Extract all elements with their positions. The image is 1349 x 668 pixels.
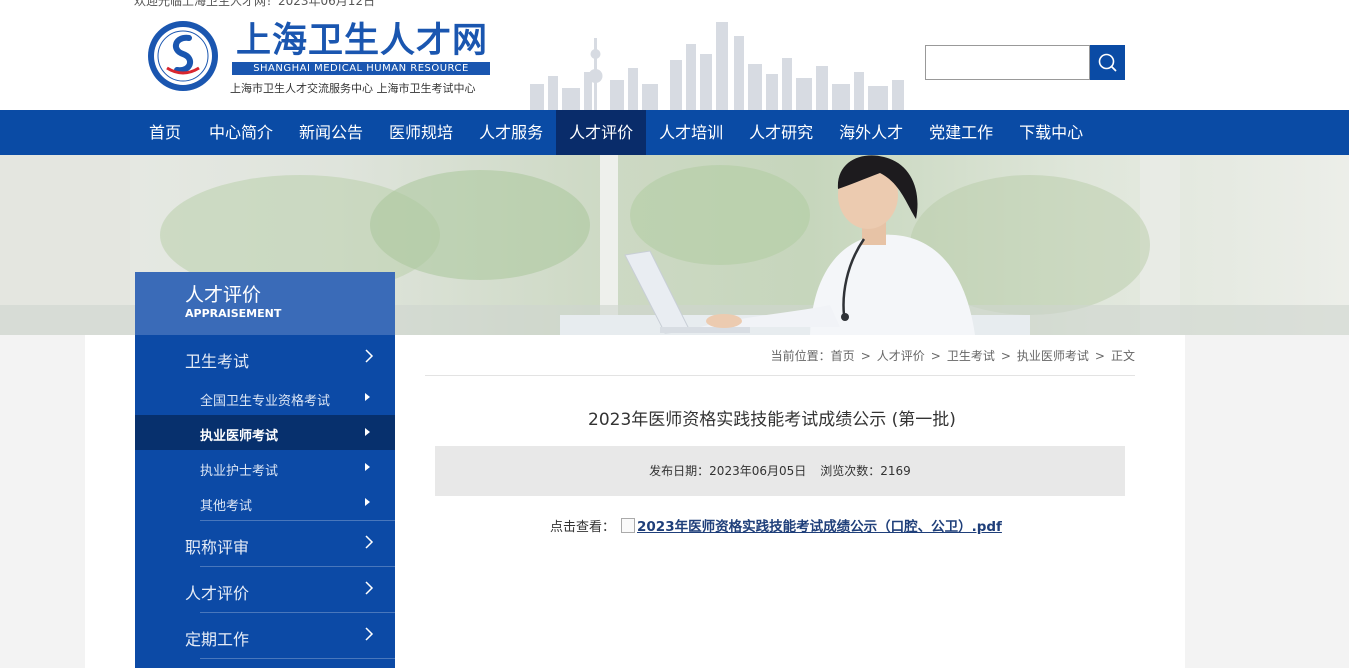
breadcrumb-prefix: 当前位置：: [770, 349, 831, 363]
sidebar-subitem-label: 全国卫生专业资格考试: [200, 394, 331, 409]
sidebar-item-periodic-work[interactable]: 定期工作: [135, 613, 395, 659]
breadcrumb-separator: >: [1000, 349, 1011, 363]
publish-date-label: 发布日期：: [649, 464, 710, 478]
sidebar-item-title-review[interactable]: 职称评审: [135, 521, 395, 567]
sidebar-title-en: APPRAISEMENT: [185, 307, 282, 320]
attachment-label: 点击查看：: [550, 520, 616, 535]
breadcrumb-separator: >: [1094, 349, 1105, 363]
article-meta: 发布日期：2023年06月05日 浏览次数：2169: [435, 446, 1125, 496]
breadcrumb-divider: [425, 375, 1135, 376]
nav-item-party[interactable]: 党建工作: [916, 110, 1006, 155]
sidebar-item-label: 人才评价: [185, 584, 250, 603]
nav-item-news[interactable]: 新闻公告: [286, 110, 376, 155]
broken-image-icon: [621, 518, 636, 533]
search-input[interactable]: [925, 45, 1090, 80]
nav-item-training[interactable]: 人才培训: [646, 110, 736, 155]
sidebar: 人才评价 APPRAISEMENT 卫生考试 全国卫生专业资格考试 执业医师考试…: [135, 272, 395, 668]
city-skyline-illustration: [530, 22, 904, 110]
logo-emblem-icon: [148, 21, 218, 91]
sidebar-item-talent-evaluation[interactable]: 人才评价: [135, 567, 395, 613]
logo-subtitle-en: SHANGHAI MEDICAL HUMAN RESOURCE: [232, 62, 490, 75]
breadcrumb-current: 正文: [1110, 349, 1135, 363]
site-header: 欢迎光临上海卫生人才网！2023年06月12日 上海卫生人才网 SHANGHAI…: [0, 0, 1349, 110]
publish-date: 2023年06月05日: [709, 464, 807, 478]
sidebar-subitem-other-exam[interactable]: 其他考试: [135, 485, 395, 520]
breadcrumb: 当前位置：首页 > 人才评价 > 卫生考试 > 执业医师考试 > 正文: [600, 347, 1135, 364]
breadcrumb-link-talent-evaluation[interactable]: 人才评价: [877, 349, 925, 363]
breadcrumb-link-physician-exam[interactable]: 执业医师考试: [1017, 349, 1089, 363]
breadcrumb-separator: >: [860, 349, 871, 363]
chevron-right-icon: [365, 581, 374, 595]
nav-item-residency[interactable]: 医师规培: [376, 110, 466, 155]
sidebar-item-label: 职称评审: [185, 538, 250, 557]
attachment-pdf-link[interactable]: 2023年医师资格实践技能考试成绩公示（口腔、公卫）.pdf: [637, 519, 1002, 535]
nav-item-overseas[interactable]: 海外人才: [826, 110, 916, 155]
nav-item-talent-service[interactable]: 人才服务: [466, 110, 556, 155]
sidebar-subitem-label: 其他考试: [200, 499, 253, 514]
nav-item-about[interactable]: 中心简介: [196, 110, 286, 155]
nav-item-talent-evaluation[interactable]: 人才评价: [556, 110, 647, 155]
sidebar-subitem-nurse-exam[interactable]: 执业护士考试: [135, 450, 395, 485]
attachment-row: 点击查看： 2023年医师资格实践技能考试成绩公示（口腔、公卫）.pdf: [550, 515, 1002, 535]
sidebar-subitem-label: 执业医师考试: [200, 429, 279, 444]
breadcrumb-link-health-exam[interactable]: 卫生考试: [947, 349, 995, 363]
search-button[interactable]: [1090, 45, 1125, 80]
sidebar-subitem-physician-exam[interactable]: 执业医师考试: [135, 415, 395, 450]
welcome-text: 欢迎光临上海卫生人才网！2023年06月12日: [134, 0, 376, 8]
breadcrumb-link-home[interactable]: 首页: [831, 349, 855, 363]
nav-item-downloads[interactable]: 下载中心: [1006, 110, 1096, 155]
view-count: 2169: [880, 464, 911, 478]
triangle-right-icon: [365, 393, 370, 401]
chevron-right-icon: [365, 535, 374, 549]
sidebar-item-health-exam[interactable]: 卫生考试: [135, 335, 395, 381]
logo-title: 上海卫生人才网: [236, 21, 489, 61]
main-nav: 首页 中心简介 新闻公告 医师规培 人才服务 人才评价 人才培训 人才研究 海外…: [0, 110, 1349, 155]
chevron-right-icon: [365, 349, 374, 363]
nav-item-research[interactable]: 人才研究: [736, 110, 826, 155]
triangle-right-icon: [365, 428, 370, 436]
sidebar-subitem-national-qualification[interactable]: 全国卫生专业资格考试: [135, 380, 395, 415]
triangle-right-icon: [365, 498, 370, 506]
view-count-label: 浏览次数：: [820, 464, 881, 478]
chevron-right-icon: [365, 627, 374, 641]
sidebar-title: 人才评价: [185, 284, 262, 306]
breadcrumb-separator: >: [930, 349, 941, 363]
sidebar-item-label: 定期工作: [185, 630, 250, 649]
logo-org-names: 上海市卫生人才交流服务中心 上海市卫生考试中心: [230, 82, 476, 95]
sidebar-subitem-label: 执业护士考试: [200, 464, 279, 479]
sidebar-item-label: 卫生考试: [185, 352, 250, 371]
nav-item-home[interactable]: 首页: [135, 110, 196, 155]
sidebar-header: 人才评价 APPRAISEMENT: [135, 272, 395, 335]
sidebar-divider: [200, 658, 395, 659]
triangle-right-icon: [365, 463, 370, 471]
article-title: 2023年医师资格实践技能考试成绩公示 (第一批): [588, 410, 956, 430]
search-icon: [1098, 53, 1117, 72]
